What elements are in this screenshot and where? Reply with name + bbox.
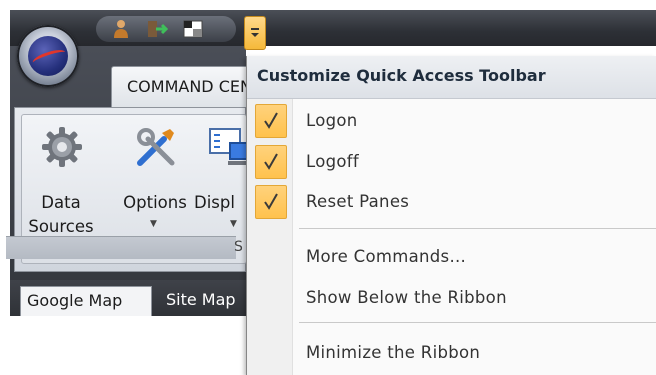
customize-qat-menu: Customize Quick Access Toolbar Logon Log… [246,56,656,375]
chevron-down-icon [251,28,259,37]
ribbon-group-label-bar: S [6,236,243,259]
options-button[interactable]: Options ▼ [118,115,192,251]
checkmark-icon [255,145,287,179]
checkmark-icon [255,185,287,219]
tab-google-map-label: Google Map [27,291,123,310]
app-logo-icon [28,36,68,76]
quick-access-toolbar [96,16,236,42]
menu-item-logoff[interactable]: Logoff [247,144,656,180]
menu-item-show-below-ribbon[interactable]: Show Below the Ribbon [247,280,656,316]
ribbon-group-label: S [234,239,243,255]
chevron-down-icon: ▼ [230,219,237,229]
data-sources-button[interactable]: Data Sources [24,115,98,251]
menu-item-label: Minimize the Ribbon [306,343,481,362]
tab-command-center[interactable]: COMMAND CENTER [111,66,251,108]
reset-panes-icon[interactable] [182,19,204,39]
menu-item-label: Logon [306,111,358,130]
display-button[interactable]: Displ ▼ [192,115,248,251]
customize-qat-dropdown-button[interactable] [244,16,266,50]
menu-separator [299,322,656,323]
tab-site-map-label: Site Map [166,290,236,309]
menu-item-more-commands[interactable]: More Commands... [247,239,656,275]
menu-item-label: Reset Panes [306,192,410,211]
menu-item-logon[interactable]: Logon [247,103,656,139]
menu-item-label: More Commands... [306,247,467,266]
tools-icon [134,125,178,169]
menu-item-minimize-ribbon[interactable]: Minimize the Ribbon [247,335,656,371]
data-sources-label: Data Sources [28,193,94,236]
options-label: Options [123,193,187,212]
menu-item-label: Logoff [306,152,359,171]
gear-icon [40,125,84,169]
menu-header: Customize Quick Access Toolbar [247,56,656,99]
menu-gutter [247,99,293,375]
display-label: Displ [194,193,235,212]
menu-item-label: Show Below the Ribbon [306,288,507,307]
menu-separator [299,228,656,229]
logoff-icon[interactable] [146,19,169,39]
tab-site-map[interactable]: Site Map [160,286,246,316]
tab-google-map[interactable]: Google Map [20,286,152,316]
chevron-down-icon: ▼ [150,219,157,229]
menu-item-reset-panes[interactable]: Reset Panes [247,184,656,220]
application-menu-button[interactable] [17,25,79,87]
tab-command-center-label: COMMAND CENTER [127,77,251,96]
logon-icon[interactable] [110,19,132,39]
display-icon [208,125,248,169]
menu-title: Customize Quick Access Toolbar [257,66,546,85]
checkmark-icon [255,104,287,138]
